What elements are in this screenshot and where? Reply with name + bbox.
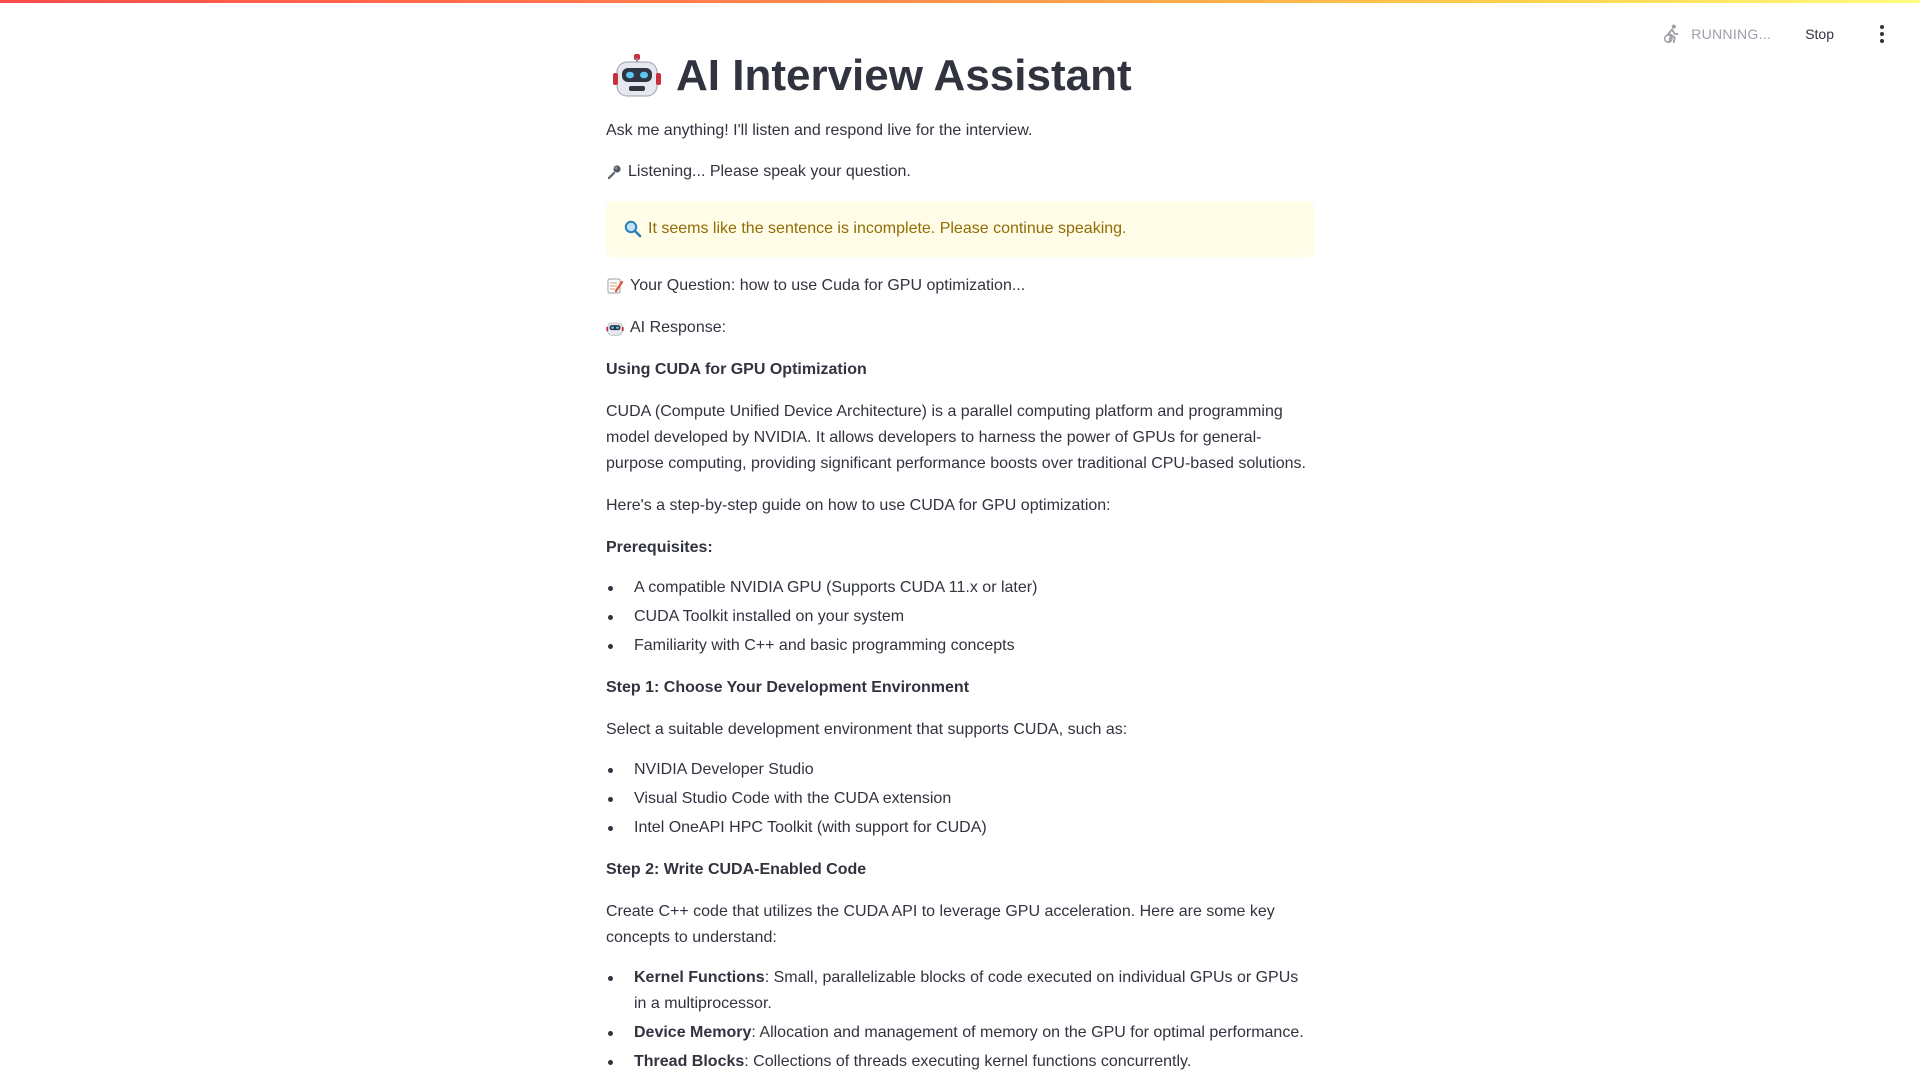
step2-heading: Step 2: Write CUDA-Enabled Code	[606, 861, 867, 878]
response-intro: CUDA (Compute Unified Device Architectur…	[606, 403, 1306, 472]
response-label: AI Response:	[630, 319, 727, 336]
step2-text: Create C++ code that utilizes the CUDA A…	[606, 903, 1275, 946]
page-title: AI Interview Assistant	[606, 50, 1314, 102]
response-heading: Using CUDA for GPU Optimization	[606, 361, 867, 378]
concept-term: Kernel Functions	[634, 969, 765, 986]
magnifying-glass-icon	[624, 220, 642, 238]
list-item: CUDA Toolkit installed on your system	[608, 604, 1314, 630]
response-label-line: AI Response:	[606, 315, 1314, 341]
concept-term: Device Memory	[634, 1024, 752, 1041]
main-content: AI Interview Assistant Ask me anything! …	[606, 0, 1314, 1078]
concept-desc: : Collections of threads executing kerne…	[744, 1053, 1192, 1070]
stop-button[interactable]: Stop	[1799, 22, 1840, 46]
list-item: Device Memory: Allocation and management…	[608, 1020, 1314, 1046]
intro-text: Ask me anything! I'll listen and respond…	[606, 122, 1033, 139]
step1-list: NVIDIA Developer Studio Visual Studio Co…	[606, 757, 1314, 841]
listening-text: Listening... Please speak your question.	[628, 163, 911, 180]
concept-term: Thread Blocks	[634, 1053, 745, 1070]
list-item: Intel OneAPI HPC Toolkit (with support f…	[608, 815, 1314, 841]
question-text: Your Question: how to use Cuda for GPU o…	[630, 277, 1026, 294]
list-item: Visual Studio Code with the CUDA extensi…	[608, 786, 1314, 812]
robot-icon	[606, 322, 624, 336]
title-text: AI Interview Assistant	[676, 51, 1132, 100]
list-item: Thread Blocks: Collections of threads ex…	[608, 1049, 1314, 1075]
robot-icon	[613, 54, 661, 97]
question-line: Your Question: how to use Cuda for GPU o…	[606, 273, 1314, 299]
incomplete-sentence-alert: It seems like the sentence is incomplete…	[606, 201, 1314, 257]
header-toolbar: RUNNING... Stop	[1661, 22, 1892, 46]
running-person-icon	[1664, 24, 1679, 44]
prereq-heading: Prerequisites:	[606, 539, 713, 556]
microphone-icon	[607, 165, 621, 180]
response-guide: Here's a step-by-step guide on how to us…	[606, 497, 1111, 514]
list-item: A compatible NVIDIA GPU (Supports CUDA 1…	[608, 575, 1314, 601]
status-text: RUNNING...	[1691, 26, 1772, 42]
prereq-list: A compatible NVIDIA GPU (Supports CUDA 1…	[606, 575, 1314, 659]
alert-text: It seems like the sentence is incomplete…	[648, 220, 1127, 237]
memo-icon	[607, 278, 624, 294]
concept-list: Kernel Functions: Small, parallelizable …	[606, 965, 1314, 1075]
kebab-menu-icon[interactable]	[1872, 24, 1892, 44]
list-item: NVIDIA Developer Studio	[608, 757, 1314, 783]
listening-status: Listening... Please speak your question.	[606, 159, 1314, 185]
list-item: Kernel Functions: Small, parallelizable …	[608, 965, 1314, 1017]
step1-heading: Step 1: Choose Your Development Environm…	[606, 679, 970, 696]
concept-desc: : Allocation and management of memory on…	[751, 1024, 1304, 1041]
running-status: RUNNING...	[1661, 23, 1771, 45]
list-item: Familiarity with C++ and basic programmi…	[608, 633, 1314, 659]
step1-text: Select a suitable development environmen…	[606, 721, 1128, 738]
